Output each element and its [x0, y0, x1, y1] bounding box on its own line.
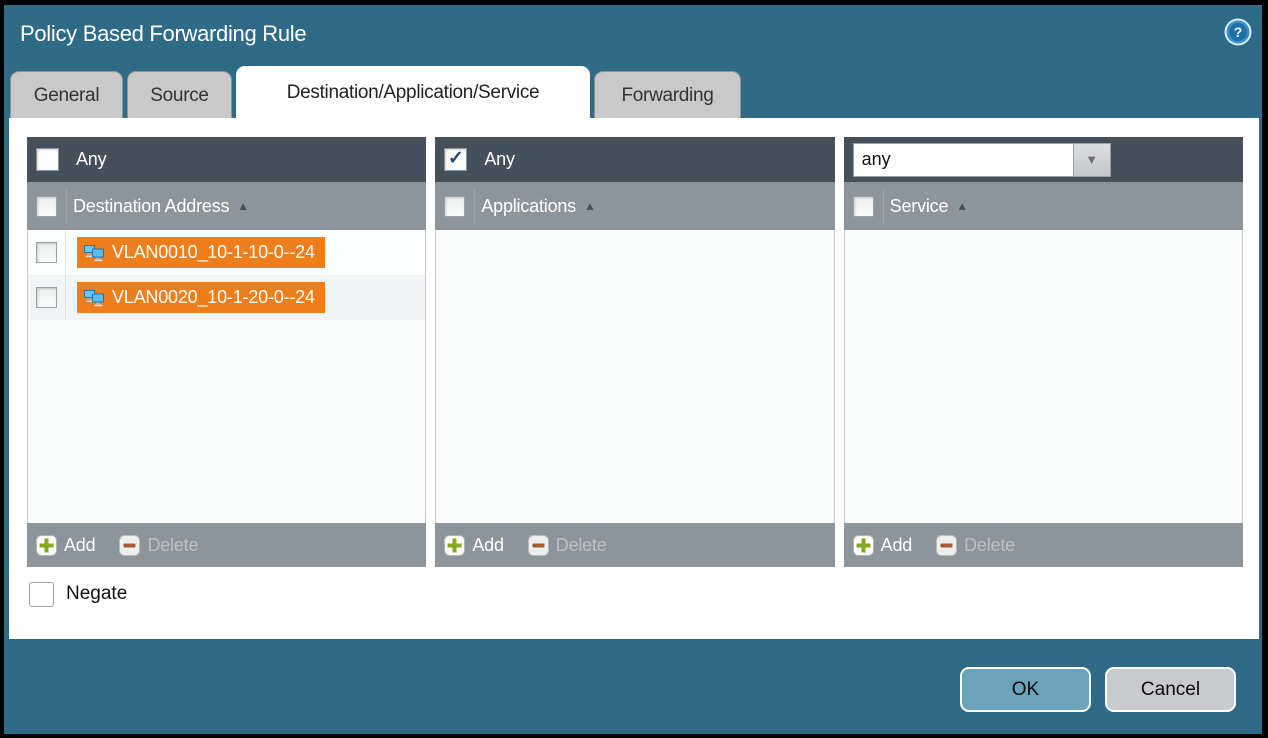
table-row[interactable]: VLAN0010_10-1-10-0--24 [28, 230, 425, 275]
header-divider [883, 188, 884, 224]
tab-general[interactable]: General [10, 71, 123, 119]
destination-address-column: ✓ Any Destination Address ▲ [27, 137, 426, 567]
applications-footer: Add Delete [435, 523, 834, 567]
negate-row: ✓ Negate [29, 580, 127, 608]
destination-header-label: Destination Address [73, 196, 229, 217]
applications-any-bar: ✓ Any [435, 137, 834, 182]
plus-icon [36, 535, 57, 556]
chevron-down-icon[interactable]: ▼ [1074, 143, 1111, 177]
minus-icon [936, 535, 957, 556]
applications-any-checkbox[interactable]: ✓ [444, 148, 467, 171]
applications-any-label: Any [484, 149, 514, 170]
delete-label: Delete [556, 535, 607, 556]
cancel-button[interactable]: Cancel [1105, 667, 1236, 712]
tab-source[interactable]: Source [127, 71, 232, 119]
add-button[interactable]: Add [853, 535, 912, 556]
add-button[interactable]: Add [36, 535, 95, 556]
negate-label: Negate [66, 583, 127, 605]
header-divider [66, 188, 67, 224]
destination-footer: Add Delete [27, 523, 426, 567]
service-list [844, 230, 1243, 523]
applications-column: ✓ Any Applications ▲ [435, 137, 834, 567]
tab-forwarding[interactable]: Forwarding [594, 71, 741, 119]
sort-ascending-icon[interactable]: ▲ [237, 199, 249, 213]
ok-button[interactable]: OK [960, 667, 1091, 712]
add-button[interactable]: Add [444, 535, 503, 556]
header-divider [474, 188, 475, 224]
destination-select-all-checkbox[interactable] [36, 196, 57, 217]
minus-icon [528, 535, 549, 556]
service-column: any ▼ Service ▲ [844, 137, 1243, 567]
help-icon[interactable]: ? [1224, 18, 1252, 46]
tab-destination-application-service[interactable]: Destination/Application/Service [236, 66, 590, 119]
tab-content-panel: ✓ Any Destination Address ▲ [9, 118, 1259, 639]
policy-based-forwarding-dialog: Policy Based Forwarding Rule ? General S… [4, 5, 1262, 734]
delete-button[interactable]: Delete [528, 535, 607, 556]
address-object-chip[interactable]: VLAN0020_10-1-20-0--24 [77, 282, 325, 313]
destination-any-bar: ✓ Any [27, 137, 426, 182]
applications-select-all-checkbox[interactable] [444, 196, 465, 217]
sort-ascending-icon[interactable]: ▲ [584, 199, 596, 213]
service-header-label: Service [890, 196, 949, 217]
service-footer: Add Delete [844, 523, 1243, 567]
sort-ascending-icon[interactable]: ▲ [956, 199, 968, 213]
network-address-icon [83, 289, 105, 307]
row-checkbox[interactable] [36, 287, 57, 308]
destination-any-label: Any [76, 149, 106, 170]
add-label: Add [64, 535, 95, 556]
address-object-label: VLAN0020_10-1-20-0--24 [112, 287, 315, 308]
add-label: Add [472, 535, 503, 556]
plus-icon [853, 535, 874, 556]
page-title: Policy Based Forwarding Rule [20, 21, 306, 47]
dialog-button-row: OK Cancel [960, 667, 1236, 712]
address-object-chip[interactable]: VLAN0010_10-1-10-0--24 [77, 237, 325, 268]
row-checkbox-cell [28, 275, 66, 320]
service-dropdown[interactable]: any ▼ [853, 143, 1111, 177]
plus-icon [444, 535, 465, 556]
service-dropdown-bar: any ▼ [844, 137, 1243, 182]
minus-icon [119, 535, 140, 556]
delete-label: Delete [147, 535, 198, 556]
service-dropdown-value: any [853, 143, 1074, 177]
row-checkbox[interactable] [36, 242, 57, 263]
add-label: Add [881, 535, 912, 556]
destination-address-list: VLAN0010_10-1-10-0--24 [27, 230, 426, 523]
destination-column-header: Destination Address ▲ [27, 182, 426, 230]
tab-bar: General Source Destination/Application/S… [10, 66, 745, 119]
address-object-label: VLAN0010_10-1-10-0--24 [112, 242, 315, 263]
row-checkbox-cell [28, 230, 66, 275]
applications-header-label: Applications [481, 196, 576, 217]
columns-container: ✓ Any Destination Address ▲ [27, 137, 1243, 567]
delete-button[interactable]: Delete [936, 535, 1015, 556]
applications-list [435, 230, 834, 523]
service-select-all-checkbox[interactable] [853, 196, 874, 217]
negate-checkbox[interactable]: ✓ [29, 582, 54, 607]
delete-label: Delete [964, 535, 1015, 556]
svg-text:?: ? [1234, 24, 1243, 40]
screen: Policy Based Forwarding Rule ? General S… [0, 0, 1268, 738]
destination-any-checkbox[interactable]: ✓ [36, 148, 59, 171]
service-column-header: Service ▲ [844, 182, 1243, 230]
table-row[interactable]: VLAN0020_10-1-20-0--24 [28, 275, 425, 320]
applications-column-header: Applications ▲ [435, 182, 834, 230]
checkmark-icon: ✓ [448, 149, 464, 168]
network-address-icon [83, 244, 105, 262]
delete-button[interactable]: Delete [119, 535, 198, 556]
